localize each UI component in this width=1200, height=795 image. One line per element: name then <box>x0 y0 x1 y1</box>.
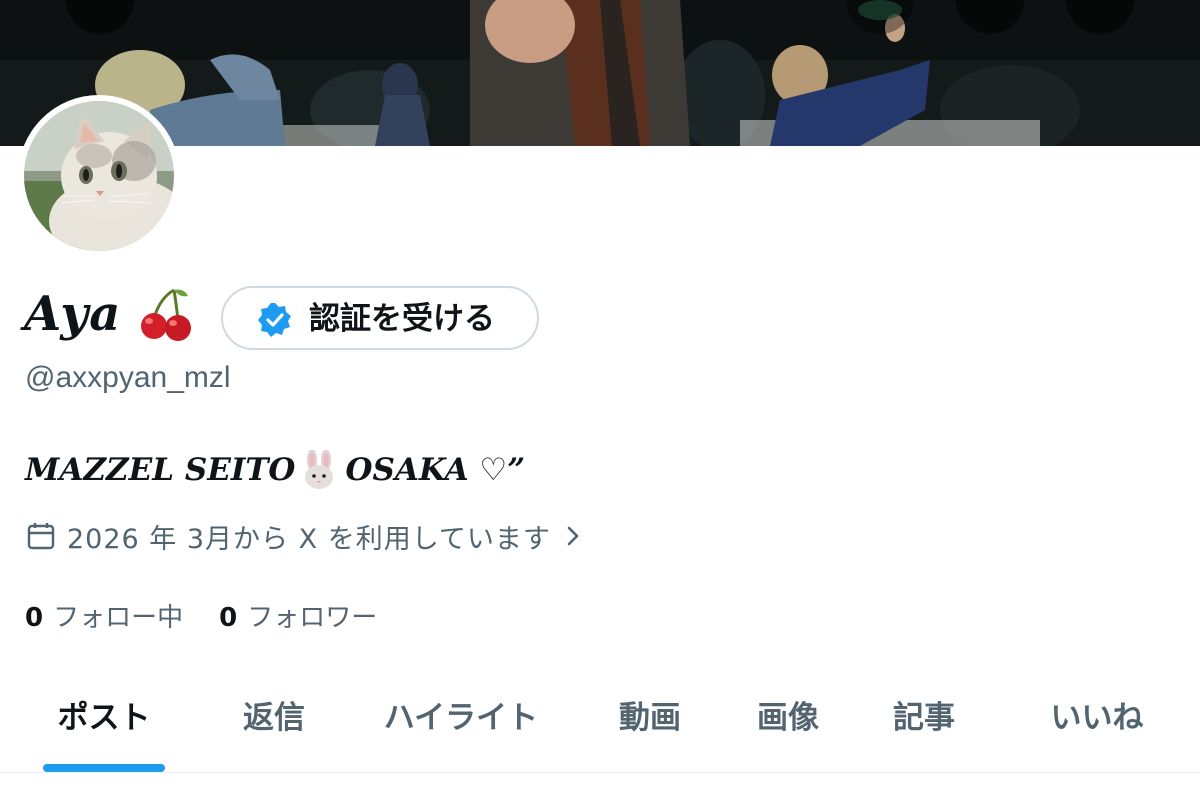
bio: MAZZEL SEITO OSAKA ♡” <box>25 448 525 492</box>
followers-label: フォロワー <box>247 602 378 633</box>
following-count: 0 <box>25 602 44 633</box>
tab-highlights[interactable]: ハイライト <box>366 660 556 768</box>
profile-tabs: ポスト 返信 ハイライト 動画 画像 記事 いいね <box>0 660 1200 772</box>
tabs-divider <box>0 772 1200 773</box>
following-link[interactable]: 0 フォロー中 <box>25 597 183 634</box>
following-label: フォロー中 <box>53 602 184 633</box>
joined-date-text: 2026 年 3月から X を利用しています <box>67 523 551 555</box>
follow-stats: 0 フォロー中 0 フォロワー <box>25 593 377 637</box>
get-verified-button[interactable]: 認証を受ける <box>221 286 539 350</box>
bio-text-part1: MAZZEL SEITO <box>25 452 296 488</box>
joined-date-link[interactable]: 2026 年 3月から X を利用しています <box>25 514 585 558</box>
verified-badge-icon <box>258 303 291 337</box>
display-name: Aya <box>24 286 122 342</box>
avatar[interactable] <box>18 95 180 257</box>
followers-count: 0 <box>219 602 238 633</box>
tab-likes[interactable]: いいね <box>1030 660 1164 768</box>
rabbit-face-icon <box>305 450 334 489</box>
get-verified-label: 認証を受ける <box>309 301 495 337</box>
active-tab-indicator <box>43 764 165 772</box>
username-handle: @axxpyan_mzl <box>25 361 231 394</box>
header-banner-image[interactable] <box>0 0 1200 146</box>
chevron-right-icon <box>567 526 579 546</box>
followers-link[interactable]: 0 フォロワー <box>219 597 377 634</box>
tab-replies[interactable]: 返信 <box>222 660 326 768</box>
tab-videos[interactable]: 動画 <box>598 660 702 768</box>
profile-page: Aya 認証を受ける @axxpyan_mzl MAZZEL SEITO OSA… <box>0 0 1200 795</box>
tab-images[interactable]: 画像 <box>736 660 840 768</box>
cherry-icon <box>141 288 191 341</box>
avatar-cat-photo <box>24 101 174 251</box>
banner-photo <box>0 0 1200 146</box>
tab-articles[interactable]: 記事 <box>872 660 976 768</box>
calendar-icon <box>27 523 55 550</box>
bio-text-part2: OSAKA ♡” <box>345 452 526 488</box>
tab-posts[interactable]: ポスト <box>42 660 166 768</box>
